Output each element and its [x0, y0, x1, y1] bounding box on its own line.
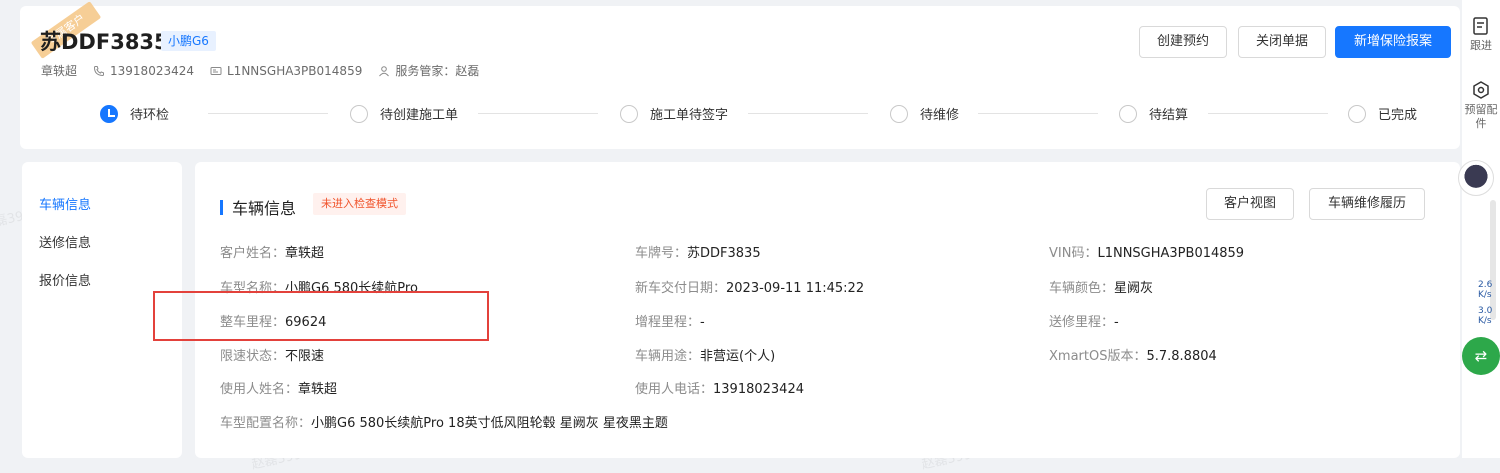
- step-circle-icon: [1119, 104, 1137, 123]
- model-tag: 小鹏G6: [161, 31, 216, 51]
- step-completed: 已完成: [1348, 104, 1417, 123]
- nav-repair-info[interactable]: 送修信息: [39, 232, 91, 251]
- nav-vehicle-info[interactable]: 车辆信息: [39, 194, 91, 213]
- step-connector: [208, 113, 328, 114]
- user-icon: [379, 65, 390, 76]
- step-circle-icon: [1348, 104, 1366, 123]
- field-delivery-date: 新车交付日期：2023-09-11 11:45:22: [635, 281, 865, 296]
- step-connector: [478, 113, 598, 114]
- close-order-button[interactable]: 关闭单据: [1238, 26, 1326, 58]
- page-scrollbar[interactable]: [1490, 200, 1496, 320]
- reserve-parts-button[interactable]: 预留配件: [1462, 80, 1500, 131]
- vin-item: L1NNSGHA3PB014859: [210, 64, 362, 78]
- inspection-mode-status-tag: 未进入检查模式: [313, 193, 406, 215]
- field-vehicle-color: 车辆颜色：星阙灰: [1049, 281, 1154, 296]
- phone-icon: [94, 65, 105, 76]
- quick-action-icon[interactable]: ⇄: [1462, 337, 1500, 375]
- new-insurance-report-button[interactable]: 新增保险报案: [1335, 26, 1451, 58]
- step-circle-icon: [890, 104, 908, 123]
- field-user-name: 使用人姓名：章轶超: [220, 382, 338, 397]
- repair-history-button[interactable]: 车辆维修履历: [1309, 188, 1425, 220]
- step-pending-inspection: 待环检: [100, 104, 169, 123]
- customer-view-button[interactable]: 客户视图: [1206, 188, 1294, 220]
- field-config-name: 车型配置名称：小鹏G6 580长续航Pro 18英寸低风阻轮毂 星阙灰 星夜黑主…: [220, 416, 668, 431]
- field-speed-limit: 限速状态：不限速: [220, 349, 325, 364]
- create-appointment-button[interactable]: 创建预约: [1139, 26, 1227, 58]
- customer-meta-row: 章轶超 13918023424 L1NNSGHA3PB014859 服务管家：赵…: [41, 62, 495, 79]
- field-plate-number: 车牌号：苏DDF3835: [635, 246, 761, 261]
- nav-quote-info[interactable]: 报价信息: [39, 270, 91, 289]
- section-title: 车辆信息: [220, 195, 296, 219]
- field-customer-name: 客户姓名：章轶超: [220, 246, 325, 261]
- field-user-phone: 使用人电话：13918023424: [635, 382, 804, 397]
- field-vehicle-usage: 车辆用途：非营运(个人): [635, 349, 776, 364]
- title-accent-bar: [220, 199, 223, 215]
- assistant-avatar-icon[interactable]: [1458, 160, 1494, 196]
- step-connector: [978, 113, 1098, 114]
- order-header-card: 专属客户 苏DDF3835 小鹏G6 章轶超 13918023424 L1NNS…: [20, 1, 1460, 149]
- download-speed: 3.0 K/s: [1478, 306, 1493, 326]
- step-pending-repair: 待维修: [890, 104, 959, 123]
- step-connector: [748, 113, 868, 114]
- clipboard-edit-icon: [1473, 17, 1488, 35]
- step-work-order-signature: 施工单待签字: [620, 104, 728, 123]
- id-card-icon: [210, 66, 222, 75]
- clock-icon: [100, 104, 118, 123]
- plate-number-title: 苏DDF3835: [40, 30, 169, 54]
- field-os-version: XmartOS版本：5.7.8.8804: [1049, 349, 1217, 364]
- parts-icon: [1473, 81, 1489, 99]
- upload-speed: 2.6 K/s: [1478, 280, 1493, 300]
- mileage-highlight-annotation: [153, 291, 489, 341]
- field-vin: VIN码：L1NNSGHA3PB014859: [1049, 246, 1245, 261]
- field-repair-mileage: 送修里程：-: [1049, 315, 1119, 330]
- service-manager-item: 服务管家：赵磊: [378, 62, 479, 79]
- step-connector: [1208, 113, 1328, 114]
- owner-name: 章轶超: [41, 64, 78, 78]
- step-pending-work-order: 待创建施工单: [350, 104, 458, 123]
- step-pending-settlement: 待结算: [1119, 104, 1188, 123]
- step-circle-icon: [620, 104, 638, 123]
- field-range-extender-mileage: 增程里程：-: [635, 315, 705, 330]
- progress-steps: 待环检 待创建施工单 施工单待签字 待维修 待结算 已完成: [100, 104, 1420, 128]
- step-circle-icon: [350, 104, 368, 123]
- phone-item: 13918023424: [93, 64, 194, 78]
- follow-up-button[interactable]: 跟进: [1462, 16, 1500, 53]
